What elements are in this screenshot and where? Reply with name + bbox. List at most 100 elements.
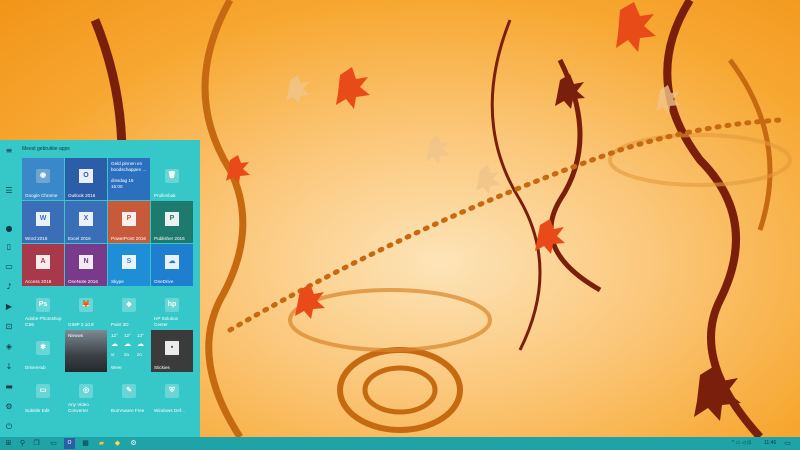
burnaware-icon: ✎ (122, 384, 136, 398)
settings-icon[interactable]: ⚙ (4, 402, 14, 412)
video-icon[interactable]: ▶ (4, 302, 14, 312)
cloud-icon: ☁ (111, 341, 118, 348)
tile-paint3d[interactable]: ◆ Paint 3D (108, 287, 150, 329)
folder-icon[interactable]: ▬ (4, 382, 14, 392)
calendar-taskbar-icon[interactable]: ▦ (80, 438, 91, 449)
windows-start-icon[interactable]: ⊞ (3, 438, 14, 449)
tile-label: Windows Def... (154, 407, 185, 413)
tile-gimp[interactable]: 🦊 GIMP 2.10.8 (65, 287, 107, 329)
start-menu: ≡ ☰ ● ▯ ▭ ♪ ▶ ⊡ ◈ ↓ ▬ ⚙ ⏻ Meest gebruikt… (0, 140, 200, 437)
powerpoint-icon: P (122, 212, 136, 226)
calendar-event-title: Geld pinnen en boodschappen ... (111, 161, 147, 172)
tile-label: Google Chrome (25, 192, 58, 198)
tile-windows-defender[interactable]: ⛨ Windows Def... (151, 373, 193, 415)
tile-onedrive[interactable]: ☁ OneDrive (151, 244, 193, 286)
avatar-icon[interactable]: ● (4, 224, 14, 234)
calendar-event-time: 15:00 (111, 184, 123, 189)
onedrive-icon: ☁ (165, 255, 179, 269)
tile-video-converter[interactable]: ◎ Any Video Converter (65, 373, 107, 415)
tile-label: Access 2016 (25, 278, 52, 284)
3d-objects-icon[interactable]: ◈ (4, 342, 14, 352)
gimp-icon: 🦊 (79, 298, 93, 312)
excel-icon: X (79, 212, 93, 226)
tile-label: Word 2016 (25, 235, 48, 241)
skype-icon: S (122, 255, 136, 269)
driverhub-icon: ✱ (36, 341, 50, 355)
tile-label: Outlook 2016 (68, 192, 96, 198)
download-icon[interactable]: ↓ (4, 362, 14, 372)
music-icon[interactable]: ♪ (4, 282, 14, 292)
hamburger-icon[interactable]: ≡ (4, 146, 14, 156)
tile-excel[interactable]: X Excel 2016 (65, 201, 107, 243)
tile-news[interactable]: Nieuws (65, 330, 107, 372)
tile-onenote[interactable]: N OneNote 2016 (65, 244, 107, 286)
document-icon[interactable]: ▯ (4, 242, 14, 252)
tile-weather[interactable]: 12° ☁ vr 12° ☁ za 13° ☁ zo Weer (108, 330, 150, 372)
tile-photoshop[interactable]: Ps Adobe Photoshop CS6 (22, 287, 64, 329)
tile-label: OneNote 2016 (68, 278, 98, 284)
tile-outlook[interactable]: O Outlook 2016 (65, 158, 107, 200)
tile-label: Any Video Converter (68, 402, 89, 413)
tile-powerpoint[interactable]: P PowerPoint 2016 (108, 201, 150, 243)
system-tray-icons[interactable]: ^ ▭ ◁ ⊡ (732, 437, 751, 450)
weather-day: vr (111, 352, 115, 357)
tile-burnaware[interactable]: ✎ BurnAware Free (108, 373, 150, 415)
tile-hp[interactable]: hp HP Solution Center (151, 287, 193, 329)
action-center-icon[interactable]: ▭ (782, 438, 793, 449)
tile-label: BurnAware Free (111, 407, 145, 413)
file-explorer-icon[interactable]: ▰ (96, 438, 107, 449)
tile-skype[interactable]: S Skype (108, 244, 150, 286)
tile-label: Nieuws (68, 333, 84, 338)
tile-label: GIMP 2.10.8 (68, 321, 94, 327)
network-icon[interactable]: ⊡ (4, 322, 14, 332)
weather-temp: 12° (111, 333, 118, 338)
chrome-icon: ◉ (36, 169, 50, 183)
tile-access[interactable]: A Access 2016 (22, 244, 64, 286)
tile-stickies[interactable]: ▪ Stickies (151, 330, 193, 372)
calendar-event-day: dinsdag 19 (111, 178, 134, 183)
outlook-icon: O (79, 169, 93, 183)
tile-label: Adobe Photoshop CS6 (25, 316, 62, 327)
search-icon[interactable]: ⚲ (17, 438, 28, 449)
power-icon[interactable]: ⏻ (4, 422, 14, 432)
tile-label: Skype (111, 278, 124, 284)
tile-label: Stickies (154, 364, 170, 370)
clock[interactable]: 11:46 (764, 437, 776, 450)
tile-label: Weer (111, 364, 122, 370)
tile-label: Subtitle Edit (25, 407, 50, 413)
weather-temp: 12° (124, 333, 131, 338)
settings-taskbar-icon[interactable]: ⚙ (128, 438, 139, 449)
list-icon[interactable]: ☰ (4, 186, 14, 196)
tile-label: Paint 3D (111, 321, 129, 327)
tile-word[interactable]: W Word 2016 (22, 201, 64, 243)
tile-label: PowerPoint 2016 (111, 235, 146, 241)
tile-driverhub[interactable]: ✱ DriverHub (22, 330, 64, 372)
access-icon: A (36, 255, 50, 269)
store-icon[interactable]: ◆ (112, 438, 123, 449)
weather-day: zo (137, 352, 142, 357)
tile-recycle-bin[interactable]: 🗑 Prullenbak (151, 158, 193, 200)
paint3d-icon: ◆ (122, 298, 136, 312)
windows-defender-icon: ⛨ (165, 384, 179, 398)
video-converter-icon: ◎ (79, 384, 93, 398)
task-view-icon[interactable]: ❐ (31, 438, 42, 449)
tile-calendar[interactable]: Geld pinnen en boodschappen ... dinsdag 1… (108, 158, 150, 200)
tile-label: Prullenbak (154, 192, 176, 198)
picture-icon[interactable]: ▭ (4, 262, 14, 272)
weather-temp: 13° (137, 333, 144, 338)
tile-subtitle-edit[interactable]: ▭ Subtitle Edit (22, 373, 64, 415)
tile-publisher[interactable]: P Publisher 2016 (151, 201, 193, 243)
hp-icon: hp (165, 298, 179, 312)
stickies-icon: ▪ (165, 341, 179, 355)
cloud-icon: ☁ (124, 341, 131, 348)
tile-label: Excel 2016 (68, 235, 91, 241)
tile-chrome[interactable]: ◉ Google Chrome (22, 158, 64, 200)
onenote-icon: N (79, 255, 93, 269)
edge-taskbar-icon[interactable]: ▭ (48, 438, 59, 449)
tile-label: DriverHub (25, 364, 46, 370)
word-icon: W (36, 212, 50, 226)
outlook-taskbar-icon[interactable]: O (64, 438, 75, 449)
publisher-icon: P (165, 212, 179, 226)
start-menu-rail: ≡ ☰ ● ▯ ▭ ♪ ▶ ⊡ ◈ ↓ ▬ ⚙ ⏻ (0, 140, 18, 437)
photoshop-icon: Ps (36, 298, 50, 312)
